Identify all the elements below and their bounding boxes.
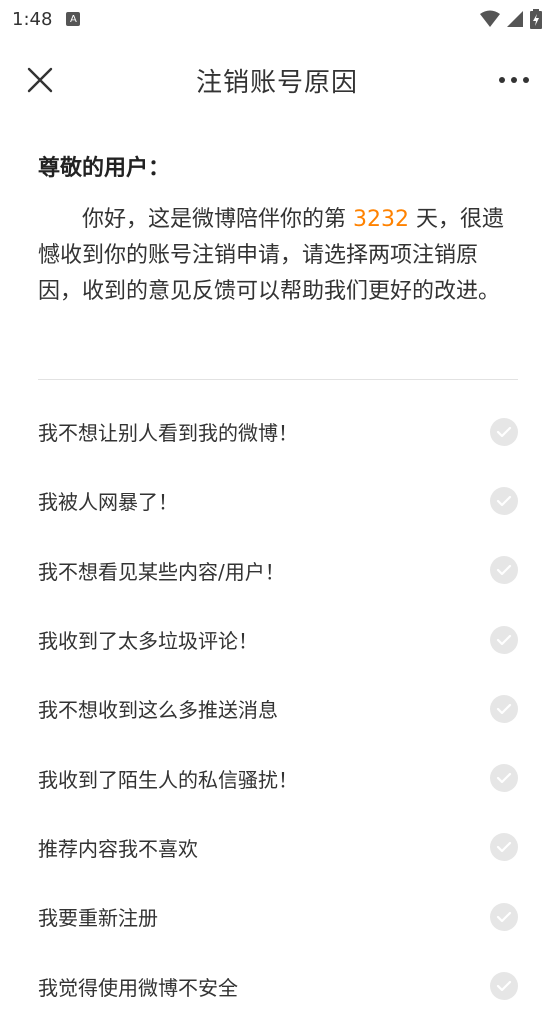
reason-label: 我觉得使用微博不安全 (38, 975, 238, 1000)
reason-label: 我不想收到这么多推送消息 (38, 698, 278, 723)
reason-label: 我要重新注册 (38, 906, 158, 931)
battery-icon (530, 9, 542, 29)
check-icon[interactable] (490, 556, 518, 585)
days-count: 3232 (353, 207, 409, 232)
check-icon[interactable] (490, 625, 518, 654)
status-bar: 1:48 A (0, 0, 554, 38)
check-icon[interactable] (490, 972, 518, 1001)
check-icon[interactable] (490, 486, 518, 515)
reason-item[interactable]: 我要重新注册 (38, 882, 518, 951)
reason-item[interactable]: 推荐内容我不喜欢 (38, 813, 518, 882)
close-icon (27, 67, 53, 93)
signal-icon (507, 11, 523, 27)
reason-item[interactable]: 我收到了陌生人的私信骚扰！ (38, 743, 518, 812)
check-icon[interactable] (490, 694, 518, 723)
close-button[interactable] (22, 62, 58, 98)
reason-label: 我被人网暴了！ (38, 490, 178, 515)
greeting: 尊敬的用户： (38, 156, 171, 181)
reason-item[interactable]: 我觉得使用微博不安全 (38, 951, 518, 1020)
wifi-icon (480, 10, 500, 27)
reason-label: 我收到了陌生人的私信骚扰！ (38, 767, 298, 792)
check-icon[interactable] (490, 764, 518, 793)
reason-item[interactable]: 我被人网暴了！ (38, 466, 518, 535)
intro-text: 你好，这是微博陪伴你的第 3232 天，很遗憾收到你的账号注销申请，请选择两项注… (38, 202, 518, 310)
title-bar: 注销账号原因 (0, 48, 554, 112)
reason-item[interactable]: 我不想看见某些内容/用户！ (38, 536, 518, 605)
divider (38, 379, 518, 380)
status-time: 1:48 (12, 8, 53, 30)
reason-item[interactable]: 我不想收到这么多推送消息 (38, 674, 518, 743)
more-button[interactable] (492, 62, 536, 98)
reason-label: 我不想看见某些内容/用户！ (38, 559, 285, 584)
reason-item[interactable]: 我不想让别人看到我的微博！ (38, 397, 518, 466)
reason-label: 我收到了太多垃圾评论！ (38, 629, 258, 654)
more-icon (499, 77, 529, 83)
reason-list: 我不想让别人看到我的微博！ 我被人网暴了！ 我不想看见某些内容/用户！ 我收到了… (38, 397, 518, 1021)
reason-label: 我不想让别人看到我的微博！ (38, 421, 298, 446)
page-title: 注销账号原因 (195, 67, 358, 98)
reason-item[interactable]: 我收到了太多垃圾评论！ (38, 605, 518, 674)
check-icon[interactable] (490, 902, 518, 931)
check-icon[interactable] (490, 417, 518, 446)
intro-text-before: 你好，这是微博陪伴你的第 (82, 207, 353, 232)
intro-section: 尊敬的用户： 你好，这是微博陪伴你的第 3232 天，很遗憾收到你的账号注销申请… (38, 150, 518, 310)
notification-icon: A (66, 12, 81, 26)
check-icon[interactable] (490, 833, 518, 862)
reason-label: 推荐内容我不喜欢 (38, 836, 198, 861)
status-icons (480, 9, 542, 29)
